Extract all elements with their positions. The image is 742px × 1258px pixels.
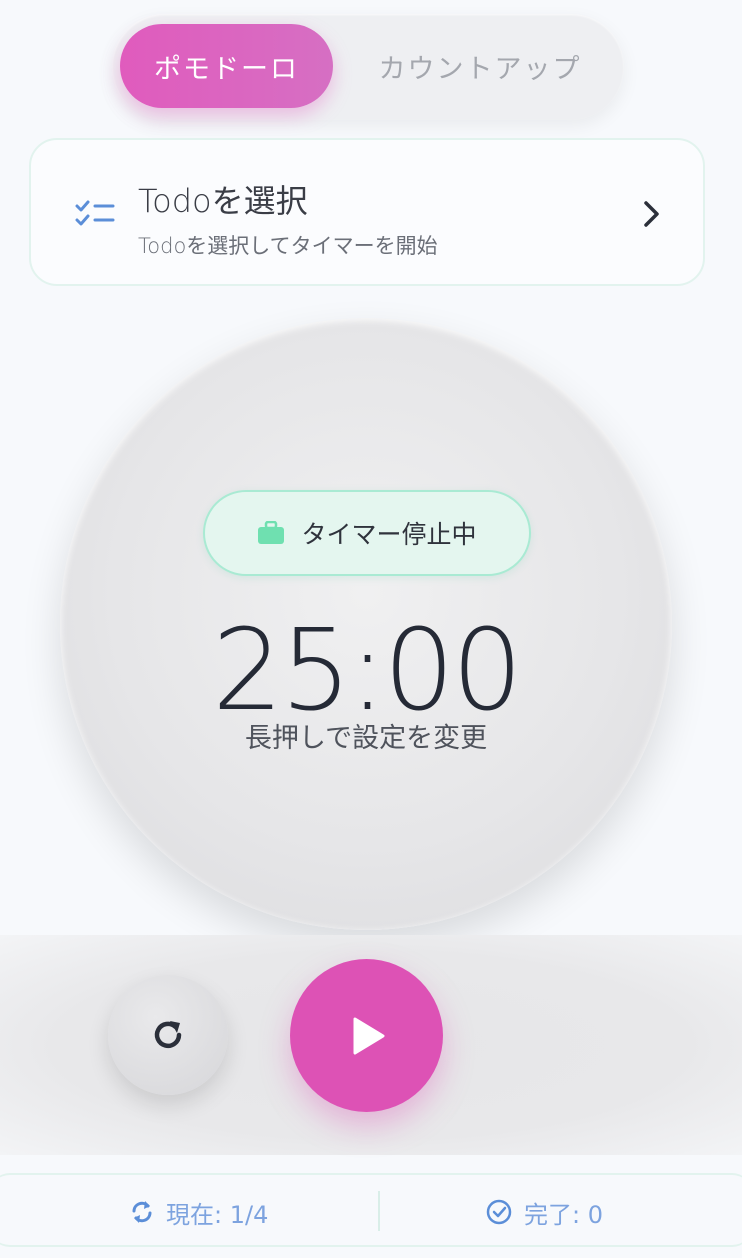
current-session-stat: 現在: 1/4: [130, 1175, 268, 1249]
completed-stat: 完了: 0: [486, 1175, 603, 1249]
check-circle-icon: [486, 1199, 512, 1225]
current-session-text: 現在: 1/4: [166, 1200, 269, 1229]
status-badge: タイマー停止中: [203, 490, 531, 576]
briefcase-icon: [258, 521, 285, 544]
tab-pomodoro[interactable]: ポモドーロ: [120, 24, 333, 108]
completed-text: 完了: 0: [524, 1200, 603, 1229]
stats-divider: [378, 1191, 380, 1231]
cycle-icon: [132, 1201, 152, 1223]
todo-title: Todoを選択: [138, 182, 308, 220]
checklist-icon: [75, 200, 115, 226]
reset-button[interactable]: [108, 975, 228, 1095]
mode-toggle: ポモドーロ カウントアップ: [112, 14, 624, 120]
tab-countup[interactable]: カウントアップ: [350, 24, 610, 108]
stats-bar: 現在: 1/4 完了: 0: [0, 1173, 742, 1247]
timer-dial[interactable]: タイマー停止中 25:00 長押しで設定を変更: [60, 318, 672, 930]
chevron-right-icon: [644, 201, 659, 227]
timer-hint: 長押しで設定を変更: [244, 723, 488, 754]
todo-select-card[interactable]: Todoを選択 Todoを選択してタイマーを開始: [29, 138, 705, 286]
play-icon: [353, 1017, 384, 1054]
status-text: タイマー停止中: [301, 520, 477, 549]
play-button[interactable]: [290, 959, 443, 1112]
todo-subtitle: Todoを選択してタイマーを開始: [138, 234, 438, 258]
reset-icon: [154, 1021, 182, 1049]
pomodoro-screen: ポモドーロ カウントアップ Todoを選択 Todoを選択してタイマーを開始 タ…: [0, 0, 742, 1258]
